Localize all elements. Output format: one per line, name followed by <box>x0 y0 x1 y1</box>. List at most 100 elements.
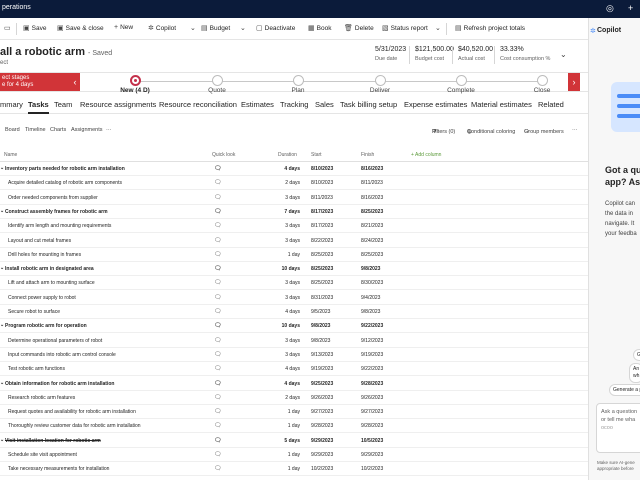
task-row[interactable]: Request quotes and availability for robo… <box>0 405 588 420</box>
quick-look-icon[interactable]: 🗨 <box>214 465 222 472</box>
task-row[interactable]: Input commands into robotic arm control … <box>0 348 588 362</box>
quick-look-icon[interactable]: 🗨 <box>214 408 222 415</box>
stage-quote[interactable]: Quote <box>177 75 257 94</box>
view-assignments[interactable]: Assignments <box>71 127 103 133</box>
column-header-duration[interactable]: Duration <box>278 152 297 158</box>
copilot-dropdown[interactable]: ⌄ <box>190 24 196 32</box>
quick-look-icon[interactable]: 🗨 <box>214 222 222 229</box>
summary-task-row[interactable]: ⌄ Install robotic arm in designated area 1… <box>0 262 588 277</box>
tab-tracking[interactable]: Tracking <box>280 100 308 109</box>
quick-look-icon[interactable]: 🗨 <box>214 208 222 215</box>
refresh-totals-button[interactable]: ▤ Refresh project totals <box>455 24 525 33</box>
stage-deliver[interactable]: Deliver <box>340 75 420 94</box>
tab-sales[interactable]: Sales <box>315 100 334 109</box>
summary-task-row[interactable]: ⌄ Program robotic arm for operation 10 day… <box>0 319 588 334</box>
task-row[interactable]: Layout and cut metal frames 3 days 8/22/20… <box>0 234 588 248</box>
quick-look-icon[interactable]: 🗨 <box>214 337 222 344</box>
copilot-icon[interactable]: ◎ <box>606 3 614 13</box>
add-icon[interactable]: + <box>628 3 633 13</box>
task-row[interactable]: Secure robot to surface 4 days 9/5/2023 9/8… <box>0 305 588 319</box>
task-row[interactable]: Test robotic arm functions 4 days 9/19/202… <box>0 362 588 377</box>
quick-look-icon[interactable]: 🗨 <box>214 422 222 429</box>
tab-expense-estimates[interactable]: Expense estimates <box>404 100 467 109</box>
book-button[interactable]: ▦ Book <box>308 24 331 33</box>
quick-look-icon[interactable]: 🗨 <box>214 194 222 201</box>
collapse-chevron-icon[interactable]: ⌄ <box>0 208 4 214</box>
task-row[interactable]: Thoroughly review customer data for robo… <box>0 419 588 434</box>
tab-resource-reconciliation[interactable]: Resource reconciliation <box>159 100 237 109</box>
tab-estimates[interactable]: Estimates <box>241 100 274 109</box>
collapse-chevron-icon[interactable]: ⌄ <box>0 437 4 443</box>
tab-team[interactable]: Team <box>54 100 72 109</box>
quick-look-icon[interactable]: 🗨 <box>214 165 222 172</box>
tab-summary[interactable]: mmary <box>0 100 23 109</box>
column-header-start[interactable]: Start <box>311 152 322 158</box>
quick-look-icon[interactable]: 🗨 <box>214 322 222 329</box>
summary-task-row[interactable]: ⌄ Construct assembly frames for robotic a… <box>0 205 588 219</box>
task-row[interactable]: Schedule site visit appointment 1 day 9/29… <box>0 448 588 462</box>
collapse-chevron-icon[interactable]: ⌄ <box>0 265 4 271</box>
column-header-quick-look[interactable]: Quick look <box>212 152 235 158</box>
quick-look-icon[interactable]: 🗨 <box>214 308 222 315</box>
collapse-chevron-icon[interactable]: ⌄ <box>0 380 4 386</box>
save-button[interactable]: ▣ Save <box>23 24 46 33</box>
task-row[interactable]: Acquire detailed catalog of robotic arm … <box>0 176 588 191</box>
budget-dropdown[interactable]: ⌄ <box>240 24 246 32</box>
task-row[interactable]: Research robotic arm features 2 days 9/26/… <box>0 391 588 405</box>
summary-task-row[interactable]: ⌄ Visit installation location for robotic… <box>0 434 588 448</box>
budget-button[interactable]: ▤ Budget <box>201 24 230 33</box>
column-header-finish[interactable]: Finish <box>361 152 374 158</box>
tab-task-billing-setup[interactable]: Task billing setup <box>340 100 397 109</box>
summary-task-row[interactable]: ⌄ Obtain information for robotic arm inst… <box>0 377 588 391</box>
overflow-menu-button[interactable]: ··· <box>572 127 578 133</box>
quick-look-icon[interactable]: 🗨 <box>214 265 222 272</box>
task-row[interactable]: Identify arm length and mounting require… <box>0 219 588 234</box>
copilot-suggestion-chip[interactable]: An wh <box>629 363 640 383</box>
chevron-right-icon[interactable]: › <box>568 73 580 91</box>
more-views-button[interactable]: ··· <box>106 127 112 133</box>
task-row[interactable]: Determine operational parameters of robo… <box>0 334 588 348</box>
new-button[interactable]: + New <box>114 24 133 31</box>
stage-new[interactable]: New (4 D) <box>95 75 175 94</box>
quick-look-icon[interactable]: 🗨 <box>214 251 222 258</box>
quick-look-icon[interactable]: 🗨 <box>214 380 222 387</box>
delete-button[interactable]: 🗑 Delete <box>344 24 374 33</box>
copilot-suggestion-chip[interactable]: Generate a p <box>609 384 640 396</box>
copilot-suggestion-chip[interactable]: Gi <box>633 349 640 361</box>
tab-tasks[interactable]: Tasks <box>28 100 49 114</box>
task-row[interactable]: Take necessary measurements for installa… <box>0 462 588 477</box>
stage-complete[interactable]: Complete <box>421 75 501 94</box>
quick-look-icon[interactable]: 🗨 <box>214 394 222 401</box>
back-button[interactable]: ▭ <box>4 24 11 32</box>
status-report-dropdown[interactable]: ⌄ <box>435 24 441 32</box>
task-row[interactable]: Lift and attach arm to mounting surface 3… <box>0 276 588 291</box>
deactivate-button[interactable]: ▢ Deactivate <box>256 24 295 33</box>
status-report-button[interactable]: ▧ Status report <box>382 24 428 33</box>
view-board[interactable]: Board <box>5 127 20 133</box>
tab-resource-assignments[interactable]: Resource assignments <box>80 100 156 109</box>
header-expand-chevron-icon[interactable]: ⌄ <box>560 50 567 59</box>
tab-related[interactable]: Related <box>538 100 564 109</box>
task-row[interactable]: Drill holes for mounting in frames 1 day 8… <box>0 248 588 262</box>
collapse-chevron-icon[interactable]: ⌄ <box>0 322 4 328</box>
save-close-button[interactable]: ▣ Save & close <box>57 24 104 33</box>
column-header-name[interactable]: Name <box>4 152 17 158</box>
task-row[interactable]: Connect power supply to robot 3 days 8/31/… <box>0 291 588 305</box>
stage-plan[interactable]: Plan <box>258 75 338 94</box>
view-charts[interactable]: Charts <box>50 127 66 133</box>
chevron-left-icon[interactable]: ‹ <box>70 73 80 91</box>
view-timeline[interactable]: Timeline <box>25 127 46 133</box>
quick-look-icon[interactable]: 🗨 <box>214 437 222 444</box>
quick-look-icon[interactable]: 🗨 <box>214 179 222 186</box>
quick-look-icon[interactable]: 🗨 <box>214 451 222 458</box>
tab-material-estimates[interactable]: Material estimates <box>471 100 532 109</box>
task-row[interactable]: Order needed components from supplier 3 d… <box>0 191 588 205</box>
quick-look-icon[interactable]: 🗨 <box>214 237 222 244</box>
quick-look-icon[interactable]: 🗨 <box>214 351 222 358</box>
quick-look-icon[interactable]: 🗨 <box>214 279 222 286</box>
collapse-chevron-icon[interactable]: ⌄ <box>0 165 4 171</box>
copilot-button[interactable]: ✲ Copilot <box>148 24 176 33</box>
summary-task-row[interactable]: ⌄ Inventory parts needed for robotic arm … <box>0 162 588 176</box>
quick-look-icon[interactable]: 🗨 <box>214 294 222 301</box>
add-column-button[interactable]: + Add column <box>411 152 441 158</box>
